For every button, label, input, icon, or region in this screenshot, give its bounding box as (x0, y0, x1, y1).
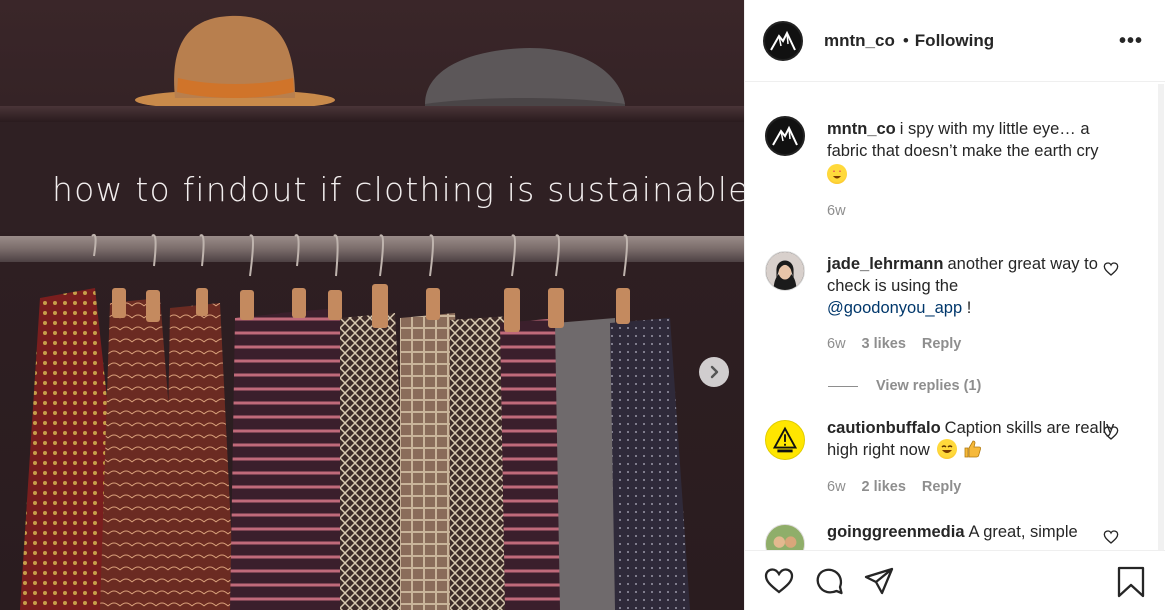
reply-button[interactable]: Reply (922, 476, 962, 498)
header-separator: • (902, 30, 909, 50)
following-button[interactable]: Following (915, 31, 994, 51)
mountain-logo-icon (770, 30, 796, 50)
header-username[interactable]: mntn_co (824, 31, 895, 51)
bookmark-icon[interactable] (1116, 566, 1146, 598)
user-photo-icon (766, 252, 804, 290)
chevron-right-icon (710, 365, 719, 379)
post-side-panel: mntn_co • Following ••• mntn_co i spy wit… (744, 0, 1165, 610)
caption-age: 6w (827, 203, 846, 219)
comment-text-block: cautionbuffalo Caption skills are really … (827, 417, 1117, 498)
post-image[interactable]: how to findout if clothing is sustainabl… (0, 0, 744, 610)
scrollbar[interactable] (1158, 84, 1164, 550)
laughing-emoji-icon (937, 439, 958, 459)
avatar[interactable] (765, 116, 805, 156)
post-overlay-text: how to findout if clothing is sustainabl… (52, 170, 744, 209)
warning-sign-icon (766, 421, 804, 459)
hanging-shirts-image (20, 234, 690, 610)
more-options-icon[interactable]: ••• (1119, 31, 1143, 51)
heart-icon[interactable] (1103, 529, 1119, 545)
star-struck-emoji-icon (827, 164, 847, 184)
heart-icon[interactable] (1103, 425, 1119, 441)
divider (828, 385, 858, 387)
post-header: mntn_co • Following ••• (745, 0, 1165, 82)
comments-list[interactable]: mntn_co i spy with my little eye… a fabri… (745, 83, 1165, 550)
comment-row: jade_lehrmann another great way to check … (745, 251, 1156, 355)
avatar[interactable] (763, 20, 803, 61)
view-replies-label[interactable]: View replies (1) (876, 378, 981, 394)
share-icon[interactable] (863, 565, 895, 597)
comment-icon[interactable] (813, 565, 845, 597)
comment-text: A great, simple (968, 523, 1078, 541)
avatar[interactable] (765, 420, 805, 460)
comment-age: 6w (827, 336, 846, 352)
caption-row: mntn_co i spy with my little eye… a fabri… (745, 116, 1156, 222)
comment-likes[interactable]: 3 likes (862, 333, 906, 355)
action-bar (745, 550, 1165, 610)
avatar[interactable] (765, 524, 805, 550)
heart-icon[interactable] (763, 565, 795, 597)
caption-username[interactable]: mntn_co (827, 120, 896, 138)
flat-cap-image (425, 48, 625, 110)
comment-text-block: jade_lehrmann another great way to check … (827, 253, 1117, 355)
shelf (0, 106, 744, 122)
reply-button[interactable]: Reply (922, 333, 962, 355)
avatar[interactable] (765, 251, 805, 291)
mention-link[interactable]: @goodonyou_app (827, 299, 962, 317)
comment-row: goinggreenmedia A great, simple (745, 521, 1156, 550)
comment-username[interactable]: goinggreenmedia (827, 523, 965, 541)
comment-username[interactable]: cautionbuffalo (827, 419, 941, 437)
comment-username[interactable]: jade_lehrmann (827, 255, 943, 273)
caption-text-block: mntn_co i spy with my little eye… a fabri… (827, 118, 1117, 222)
comment-suffix: ! (962, 299, 972, 317)
heart-icon[interactable] (1103, 261, 1119, 277)
comment-text-block: goinggreenmedia A great, simple (827, 521, 1117, 550)
comment-row: cautionbuffalo Caption skills are really … (745, 417, 1156, 498)
straw-hat-image (135, 15, 335, 110)
comment-likes[interactable]: 2 likes (862, 476, 906, 498)
user-photo-icon (766, 525, 804, 550)
comment-age: 6w (827, 479, 846, 495)
mountain-logo-icon (772, 125, 798, 146)
view-replies-toggle[interactable]: View replies (1) (828, 378, 1156, 394)
thumbs-up-emoji-icon (962, 439, 982, 459)
next-image-button[interactable] (699, 357, 729, 387)
